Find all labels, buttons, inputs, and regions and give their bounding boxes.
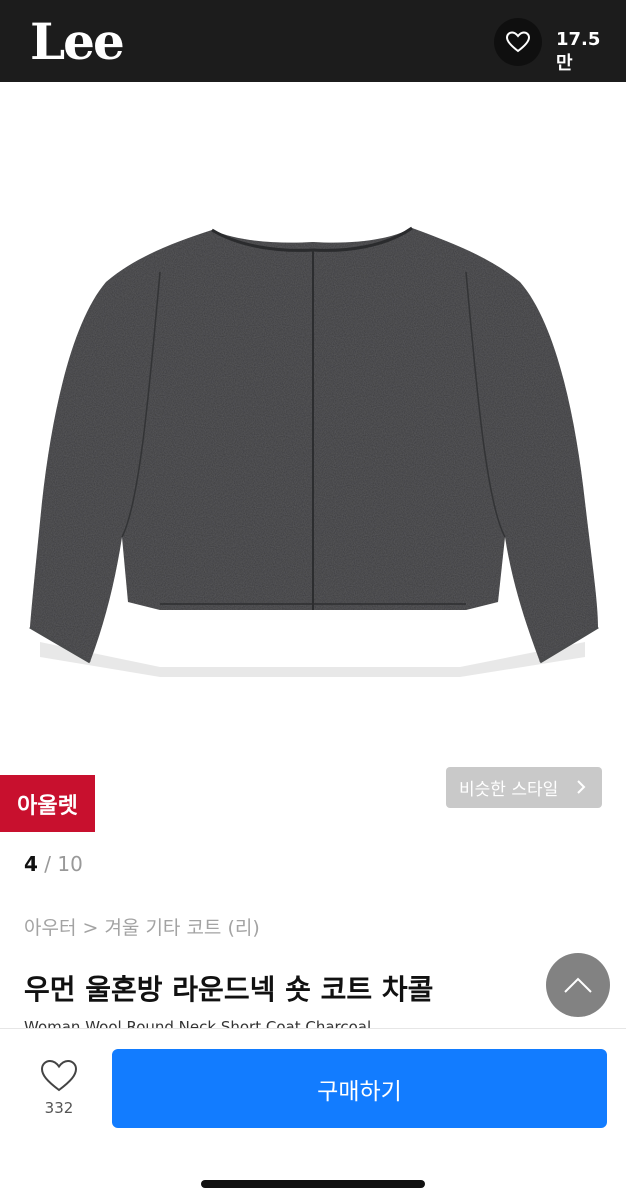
product-image[interactable] bbox=[0, 82, 626, 772]
like-button[interactable]: 332 bbox=[32, 1059, 86, 1117]
chevron-right-icon bbox=[577, 780, 586, 794]
similar-style-label: 비슷한 스타일 bbox=[459, 780, 559, 800]
product-detail-page: Lee 17.5만 아울렛 비슷한 스타일 4 / 10 아우터 > 겨울 기타… bbox=[0, 0, 626, 1200]
category-breadcrumb[interactable]: 아우터 > 겨울 기타 코트 (리) bbox=[24, 915, 260, 941]
top-header: Lee 17.5만 bbox=[0, 0, 626, 82]
buy-button[interactable]: 구매하기 bbox=[112, 1049, 607, 1128]
brand-logo[interactable]: Lee bbox=[30, 10, 125, 74]
home-indicator bbox=[201, 1180, 425, 1188]
brand-like-button[interactable] bbox=[494, 18, 542, 66]
similar-style-button[interactable]: 비슷한 스타일 bbox=[446, 767, 602, 808]
image-pager: 4 / 10 bbox=[24, 852, 83, 876]
like-count: 332 bbox=[44, 1099, 74, 1117]
product-title: 우먼 울혼방 라운드넥 숏 코트 차콜 bbox=[24, 973, 434, 1006]
heart-outline-icon bbox=[506, 31, 530, 53]
pager-total: 10 bbox=[57, 852, 83, 876]
brand-like-count: 17.5만 bbox=[556, 29, 601, 74]
heart-outline-icon bbox=[40, 1059, 78, 1092]
product-subtitle: Woman Wool Round Neck Short Coat Charcoa… bbox=[24, 1018, 372, 1028]
charcoal-wool-coat-image bbox=[29, 226, 599, 677]
bottom-action-bar: 332 구매하기 bbox=[0, 1028, 626, 1200]
pager-current: 4 bbox=[24, 852, 38, 876]
scroll-to-top-button[interactable] bbox=[546, 953, 610, 1017]
outlet-badge: 아울렛 bbox=[0, 775, 95, 832]
pager-separator: / bbox=[37, 852, 58, 876]
chevron-up-icon bbox=[564, 977, 592, 993]
